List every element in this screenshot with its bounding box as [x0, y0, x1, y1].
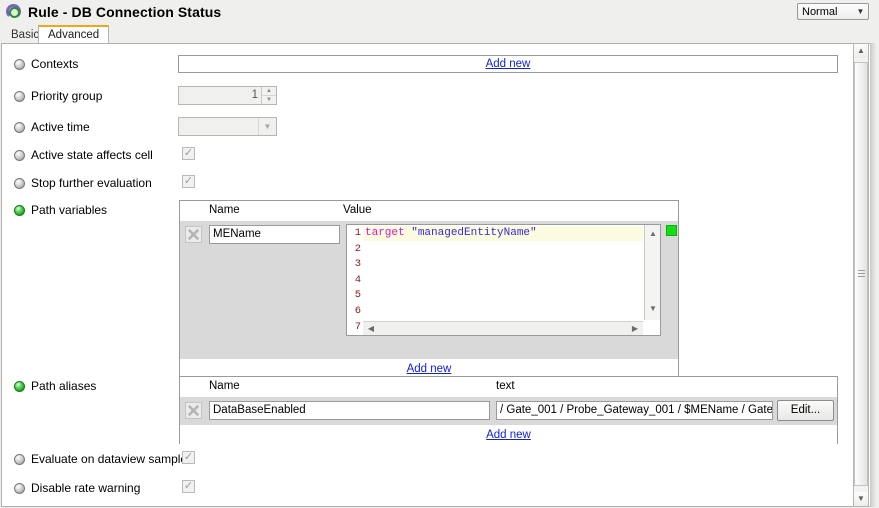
label-path-variables-text: Path variables [31, 203, 108, 217]
checkbox-stop-further-evaluation[interactable]: ✓ [182, 175, 195, 188]
close-icon [188, 405, 199, 416]
editor-line-numbers: 1 2 3 4 5 6 7 [347, 225, 363, 335]
label-evaluate-on-dataview-sample: Evaluate on dataview sample [14, 452, 187, 466]
path-aliases-rows: DataBaseEnabled / Gate_001 / Probe_Gatew… [180, 397, 837, 425]
editor-validity-indicator [666, 225, 677, 236]
scroll-up-button[interactable]: ▲ [854, 44, 868, 58]
tab-advanced[interactable]: Advanced [38, 25, 110, 44]
path-aliases-grid: Name text DataBaseEnabled / Gate_001 / P… [179, 376, 838, 444]
column-header-name: Name [209, 204, 240, 216]
contexts-add-new-link[interactable]: Add new [486, 58, 531, 70]
path-alias-text-input[interactable]: / Gate_001 / Probe_Gateway_001 / $MEName… [496, 401, 773, 420]
mode-dropdown-value: Normal [802, 5, 838, 18]
path-alias-name-input[interactable]: DataBaseEnabled [209, 401, 490, 420]
panel-right-edge [870, 43, 879, 507]
path-alias-edit-button[interactable]: Edit... [777, 400, 834, 421]
label-path-aliases-text: Path aliases [31, 379, 97, 393]
priority-group-value: 1 [251, 89, 258, 101]
label-stop-further-evaluation: Stop further evaluation [14, 176, 152, 190]
status-bullet-icon [14, 177, 25, 189]
label-active-state-affects-cell-text: Active state affects cell [31, 148, 153, 162]
checkbox-active-state-affects-cell[interactable]: ✓ [182, 147, 195, 160]
scrollbar-thumb[interactable] [854, 62, 868, 486]
scrollbar-grip-icon [858, 270, 865, 278]
label-active-time-text: Active time [31, 120, 90, 134]
mode-dropdown[interactable]: Normal ▼ [797, 3, 869, 20]
path-variables-grid-header: Name Value [180, 201, 678, 221]
title-bar: Rule - DB Connection Status [0, 0, 879, 23]
scroll-up-icon[interactable]: ▲ [645, 227, 660, 241]
path-aliases-add-new-link[interactable]: Add new [486, 429, 531, 441]
path-variable-value-editor[interactable]: 1 2 3 4 5 6 7 target "managedEntityName"… [346, 224, 661, 336]
label-active-state-affects-cell: Active state affects cell [14, 148, 153, 162]
label-evaluate-on-dataview-sample-text: Evaluate on dataview sample [31, 452, 188, 466]
priority-group-stepper[interactable]: 1 ▲ ▼ [178, 86, 277, 105]
delete-row-button[interactable] [185, 226, 202, 243]
label-disable-rate-warning-text: Disable rate warning [31, 481, 141, 495]
panel-vertical-scrollbar[interactable]: ▲ ▼ [853, 43, 869, 507]
path-variables-grid: Name Value MEName 1 2 3 4 5 6 7 target "… [179, 200, 679, 378]
rule-dialog: Rule - DB Connection Status Normal ▼ Bas… [0, 0, 879, 508]
path-variables-add-new-link[interactable]: Add new [407, 363, 452, 375]
label-path-variables: Path variables [14, 203, 107, 217]
label-contexts-text: Contexts [31, 57, 79, 71]
code-string: "managedEntityName" [411, 227, 537, 239]
column-header-value: Value [343, 204, 372, 216]
stepper-up-icon[interactable]: ▲ [262, 87, 276, 95]
label-priority-group: Priority group [14, 89, 102, 103]
status-bullet-icon [14, 482, 25, 494]
active-time-dropdown[interactable]: ▼ [178, 117, 277, 136]
status-bullet-icon [14, 121, 25, 133]
label-stop-further-evaluation-text: Stop further evaluation [31, 176, 152, 190]
code-keyword: target [365, 227, 405, 239]
label-active-time: Active time [14, 120, 90, 134]
status-bullet-icon [14, 90, 25, 102]
tab-strip: Basic Advanced [0, 24, 879, 44]
path-aliases-grid-header: Name text [180, 377, 837, 397]
contexts-list-box: Add new [178, 55, 838, 73]
scroll-right-icon[interactable]: ▶ [628, 322, 642, 335]
chevron-down-icon: ▼ [856, 6, 865, 16]
scroll-down-button[interactable]: ▼ [854, 492, 868, 506]
editor-vertical-scrollbar[interactable]: ▲ ▼ [644, 225, 660, 320]
close-icon [188, 229, 199, 240]
column-header-name: Name [209, 380, 240, 392]
status-bullet-icon [14, 58, 25, 70]
line-numbers-text: 1 2 3 4 5 6 7 [354, 227, 361, 333]
column-header-text: text [496, 380, 515, 392]
priority-group-stepper-buttons[interactable]: ▲ ▼ [261, 87, 276, 104]
editor-horizontal-scrollbar[interactable]: ◀ ▶ [363, 321, 643, 335]
path-aliases-footer: Add new [180, 425, 837, 444]
scroll-down-icon[interactable]: ▼ [645, 302, 660, 316]
status-bullet-icon [14, 204, 25, 216]
label-path-aliases: Path aliases [14, 379, 96, 393]
page-title: Rule - DB Connection Status [28, 3, 222, 20]
path-variable-name-input[interactable]: MEName [209, 225, 340, 244]
advanced-panel: Contexts Add new Priority group 1 ▲ ▼ Ac… [1, 43, 877, 507]
label-disable-rate-warning: Disable rate warning [14, 481, 140, 495]
status-bullet-icon [14, 453, 25, 465]
delete-row-button[interactable] [185, 402, 202, 419]
status-bullet-icon [14, 149, 25, 161]
label-priority-group-text: Priority group [31, 89, 103, 103]
rule-gear-icon [5, 3, 23, 21]
label-contexts: Contexts [14, 57, 78, 71]
status-bullet-icon [14, 380, 25, 392]
checkbox-disable-rate-warning[interactable]: ✓ [182, 480, 195, 493]
chevron-down-icon: ▼ [258, 118, 276, 135]
editor-text-area[interactable]: target "managedEntityName" [363, 225, 643, 320]
path-variables-rows: MEName 1 2 3 4 5 6 7 target "managedEnti… [180, 221, 678, 359]
stepper-down-icon[interactable]: ▼ [262, 95, 276, 104]
scroll-left-icon[interactable]: ◀ [364, 322, 378, 335]
editor-line-1: target "managedEntityName" [363, 226, 643, 241]
checkbox-evaluate-on-dataview-sample[interactable]: ✓ [182, 451, 195, 464]
